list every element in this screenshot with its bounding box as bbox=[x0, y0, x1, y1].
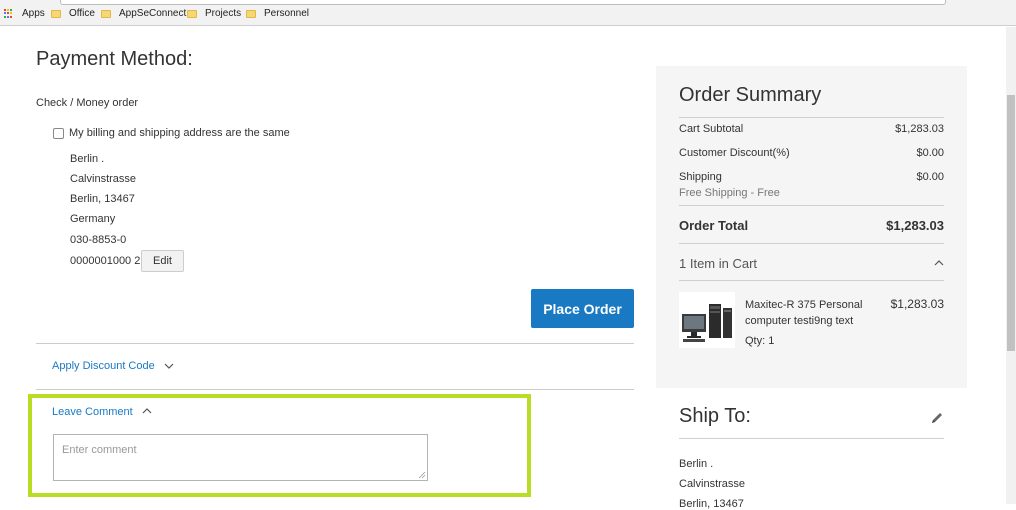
folder-icon bbox=[101, 9, 111, 18]
billing-address-line: Calvinstrasse bbox=[70, 173, 137, 185]
leave-comment-toggle[interactable]: Leave Comment bbox=[52, 406, 133, 418]
cart-subtotal-value: $1,283.03 bbox=[895, 123, 944, 135]
items-in-cart-toggle[interactable]: 1 Item in Cart bbox=[679, 256, 757, 271]
product-price: $1,283.03 bbox=[890, 297, 944, 311]
folder-icon bbox=[187, 9, 197, 18]
divider bbox=[36, 389, 634, 390]
apps-grid-icon bbox=[4, 8, 14, 19]
edit-address-button[interactable]: Edit bbox=[141, 250, 184, 272]
customer-discount-value: $0.00 bbox=[916, 147, 944, 159]
ship-to-line: Calvinstrasse bbox=[679, 478, 746, 490]
product-qty: Qty: 1 bbox=[745, 335, 775, 347]
apply-discount-toggle[interactable]: Apply Discount Code bbox=[52, 360, 155, 372]
shipping-label: Shipping bbox=[679, 171, 722, 183]
divider bbox=[679, 243, 944, 244]
place-order-button[interactable]: Place Order bbox=[531, 289, 634, 328]
product-image bbox=[679, 292, 735, 348]
divider bbox=[679, 205, 944, 206]
bookmark-label: Projects bbox=[205, 8, 242, 19]
bookmarks-bar: Apps Office AppSeConnect Projects Person… bbox=[0, 0, 1016, 26]
payment-method-title: Payment Method: bbox=[36, 48, 193, 70]
scrollbar-thumb[interactable] bbox=[1007, 95, 1015, 351]
address-bar[interactable] bbox=[60, 0, 946, 5]
order-total-label: Order Total bbox=[679, 218, 749, 233]
bookmark-label: AppSeConnect bbox=[119, 8, 187, 19]
payment-method-name: Check / Money order bbox=[36, 97, 139, 109]
order-summary-title: Order Summary bbox=[679, 84, 822, 106]
shipping-method-note: Free Shipping - Free bbox=[679, 187, 780, 199]
page-scrollbar[interactable] bbox=[1006, 27, 1016, 504]
folder-icon bbox=[51, 9, 61, 18]
comment-textarea[interactable]: Enter comment bbox=[53, 434, 428, 481]
folder-icon bbox=[246, 9, 256, 18]
chevron-up-icon[interactable] bbox=[934, 260, 944, 266]
bookmark-office[interactable]: Office bbox=[51, 8, 95, 19]
same-address-checkbox[interactable] bbox=[53, 128, 64, 139]
product-name: Maxitec-R 375 Personal computer testi9ng… bbox=[745, 299, 863, 327]
bookmark-apps[interactable]: Apps bbox=[4, 8, 45, 19]
divider bbox=[36, 343, 634, 344]
bookmark-label: Office bbox=[69, 8, 95, 19]
ship-to-line: Berlin, 13467 bbox=[679, 498, 744, 510]
divider bbox=[679, 280, 944, 281]
shipping-value: $0.00 bbox=[916, 171, 944, 183]
pencil-icon[interactable] bbox=[930, 411, 944, 425]
chevron-up-icon[interactable] bbox=[142, 408, 152, 414]
billing-address-line: 0000001000 2 bbox=[70, 255, 141, 267]
customer-discount-label: Customer Discount(%) bbox=[679, 147, 790, 159]
order-total-value: $1,283.03 bbox=[886, 218, 944, 233]
billing-address-line: Berlin, 13467 bbox=[70, 193, 135, 205]
resize-grip-icon[interactable] bbox=[418, 471, 426, 479]
bookmark-label: Apps bbox=[22, 8, 45, 19]
bookmark-projects[interactable]: Projects bbox=[187, 8, 241, 19]
ship-to-title: Ship To: bbox=[679, 405, 751, 427]
divider bbox=[679, 117, 944, 118]
bookmark-appseconnect[interactable]: AppSeConnect bbox=[101, 8, 186, 19]
bookmark-label: Personnel bbox=[264, 8, 310, 19]
billing-address-line: 030-8853-0 bbox=[70, 234, 127, 246]
cart-subtotal-label: Cart Subtotal bbox=[679, 123, 744, 135]
same-address-label[interactable]: My billing and shipping address are the … bbox=[69, 127, 290, 139]
chevron-down-icon[interactable] bbox=[164, 363, 174, 369]
ship-to-line: Berlin . bbox=[679, 458, 714, 470]
divider bbox=[679, 438, 944, 439]
bookmark-personnel[interactable]: Personnel bbox=[246, 8, 309, 19]
computer-icon bbox=[682, 304, 732, 342]
billing-address-line: Germany bbox=[70, 213, 116, 225]
billing-address-line: Berlin . bbox=[70, 153, 105, 165]
